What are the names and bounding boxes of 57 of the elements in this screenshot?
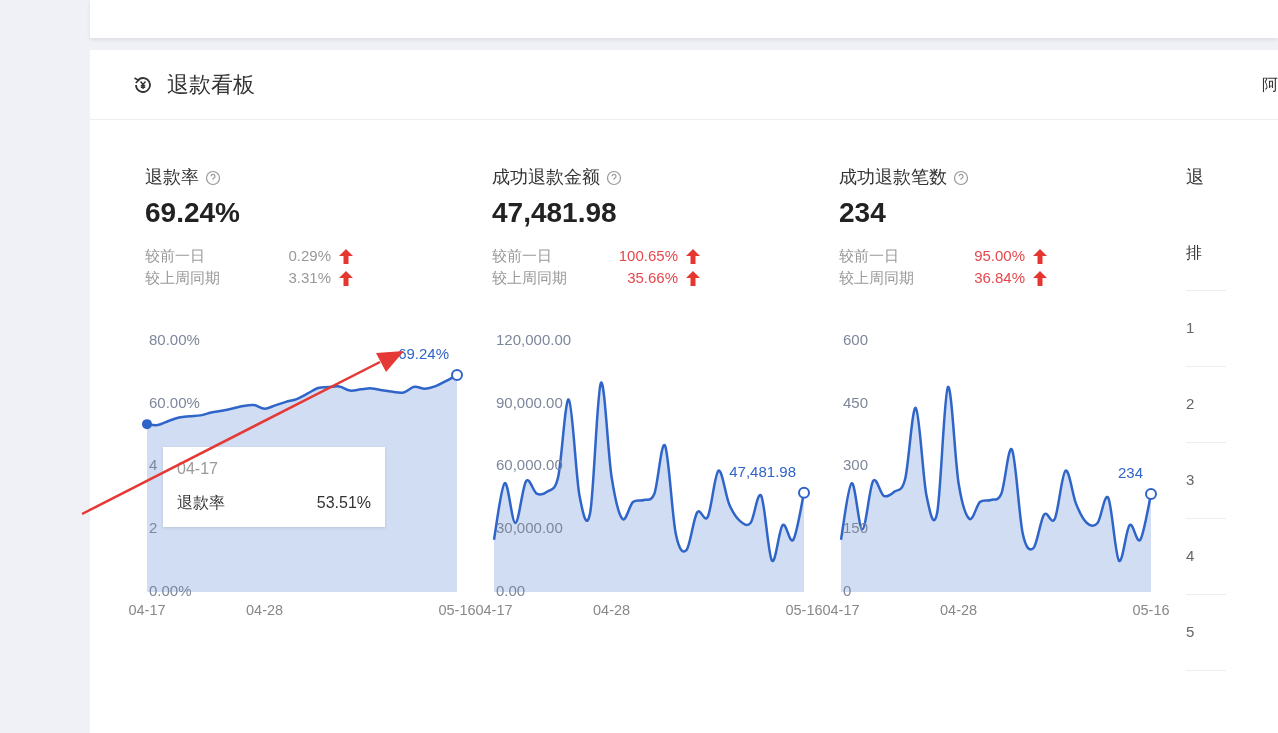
- comparison-value: 95.00%: [973, 245, 1025, 266]
- comparison-value: 100.65%: [617, 245, 678, 266]
- x-axis-label: 04-28: [246, 602, 284, 618]
- x-axis-label: 04-17: [822, 602, 860, 618]
- up-arrow-icon: [686, 270, 700, 286]
- end-point: [451, 368, 463, 381]
- x-axis-label: 05-16: [438, 602, 476, 618]
- y-axis-label: 0.00%: [149, 581, 192, 599]
- comparison-label: 较上周同期: [492, 267, 568, 288]
- comparison-value: 0.29%: [287, 245, 331, 266]
- metric-value: 69.24%: [145, 196, 241, 230]
- comparison-value: 36.84%: [973, 267, 1025, 288]
- tooltip-label: 退款率: [177, 493, 225, 513]
- x-axis-label: 04-28: [593, 602, 631, 618]
- x-axis-label: 05-16: [785, 602, 823, 618]
- tooltip-value: 53.51%: [316, 493, 371, 513]
- table-header: 排: [1186, 241, 1226, 291]
- rank-cell: 5: [1186, 595, 1226, 671]
- up-arrow-icon: [1033, 270, 1047, 286]
- y-axis-label: 80.00%: [149, 330, 200, 348]
- y-axis-label: 60.00%: [149, 393, 200, 411]
- comparison-label: 较前一日: [492, 245, 553, 266]
- y-axis-label: 600: [843, 330, 869, 348]
- rank-cell: 3: [1186, 443, 1226, 519]
- comparison-label: 较上周同期: [839, 267, 915, 288]
- panel-title: 退款看板: [167, 71, 255, 99]
- metric-value: 234: [839, 196, 887, 230]
- hover-point: [142, 419, 152, 430]
- help-icon[interactable]: [953, 169, 969, 186]
- data-label: 69.24%: [398, 344, 449, 362]
- up-arrow-icon: [339, 270, 353, 286]
- up-arrow-icon: [1033, 248, 1047, 264]
- comparison-label: 较上周同期: [145, 267, 221, 288]
- x-axis-label: 04-17: [475, 602, 513, 618]
- rank-cell: 2: [1186, 367, 1226, 443]
- rank-cell: 4: [1186, 519, 1226, 595]
- header-text: 阿: [1262, 74, 1278, 95]
- up-arrow-icon: [686, 248, 700, 264]
- x-axis-label: 05-16: [1132, 602, 1170, 618]
- metric-title: 成功退款金额: [492, 166, 600, 189]
- comparison-value: 3.31%: [287, 267, 331, 288]
- metric-title: 退款率: [145, 166, 199, 189]
- x-axis-label: 04-28: [940, 602, 978, 618]
- y-axis-label: 120,000.00: [496, 330, 572, 348]
- help-icon[interactable]: [606, 169, 622, 186]
- rank-cell: 1: [1186, 291, 1226, 367]
- comparison-value: 35.66%: [626, 267, 678, 288]
- help-icon[interactable]: [205, 169, 221, 186]
- y-axis-label: 2: [149, 519, 158, 537]
- comparison-label: 较前一日: [839, 245, 900, 266]
- up-arrow-icon: [339, 248, 353, 264]
- comparison-label: 较前一日: [145, 245, 206, 266]
- metric-title: 成功退款笔数: [839, 166, 947, 189]
- x-axis-label: 04-17: [128, 602, 166, 618]
- column-title: 退: [1186, 166, 1205, 189]
- y-axis-label: 4: [149, 456, 158, 474]
- metric-value: 47,481.98: [492, 196, 618, 230]
